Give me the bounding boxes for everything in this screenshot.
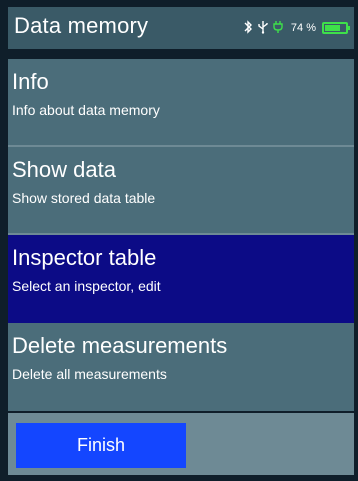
menu-item-show-data[interactable]: Show data Show stored data table <box>8 147 354 235</box>
battery-level-fill <box>325 25 340 31</box>
menu-item-title: Info <box>12 69 49 94</box>
menu-item-title: Delete measurements <box>12 333 228 358</box>
menu-item-subtitle: Show stored data table <box>12 190 156 206</box>
finish-button[interactable]: Finish <box>16 423 186 468</box>
status-bar: 74 % <box>243 19 350 37</box>
menu-item-subtitle: Info about data memory <box>12 102 160 118</box>
battery-percent: 74 % <box>290 22 316 34</box>
menu-item-inspector-table[interactable]: Inspector table Select an inspector, edi… <box>8 235 354 323</box>
battery-icon <box>322 22 350 34</box>
power-plug-icon <box>273 20 283 36</box>
header-bar: Data memory 74 % <box>8 7 354 49</box>
device-screen: Data memory 74 % Info Info about data me… <box>0 0 358 481</box>
menu-item-title: Inspector table <box>12 245 157 270</box>
menu-list: Info Info about data memory Show data Sh… <box>8 59 354 411</box>
page-title: Data memory <box>14 13 149 38</box>
menu-item-subtitle: Delete all measurements <box>12 366 167 382</box>
menu-item-info[interactable]: Info Info about data memory <box>8 59 354 147</box>
menu-item-subtitle: Select an inspector, edit <box>12 278 161 294</box>
bluetooth-icon <box>243 20 253 36</box>
usb-icon <box>257 20 269 36</box>
menu-item-delete-measurements[interactable]: Delete measurements Delete all measureme… <box>8 323 354 411</box>
footer-bar: Finish <box>8 413 354 475</box>
menu-item-title: Show data <box>12 157 116 182</box>
